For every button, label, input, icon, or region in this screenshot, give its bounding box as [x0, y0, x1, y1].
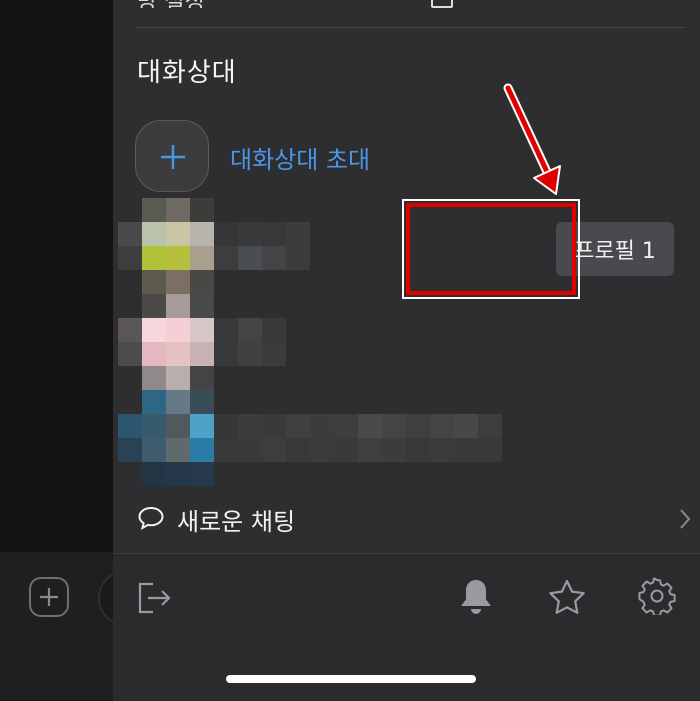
- star-icon[interactable]: [547, 578, 587, 616]
- divider: [137, 27, 685, 28]
- bell-icon[interactable]: [457, 576, 495, 616]
- room-icon[interactable]: [431, 0, 453, 8]
- chat-bubble-icon: [138, 506, 164, 531]
- room-settings-label[interactable]: 방 설정: [137, 0, 227, 8]
- new-chat-label[interactable]: 새로운 채팅: [177, 502, 295, 537]
- members-section-title: 대화상대: [137, 58, 237, 88]
- chat-room-drawer: 방 설정 대화상대 대화상대 초대: [113, 0, 700, 701]
- invite-plus-icon[interactable]: [135, 120, 209, 192]
- annotation-arrow-icon: [503, 83, 561, 195]
- attach-plus-icon[interactable]: [29, 577, 69, 617]
- home-indicator[interactable]: [226, 675, 476, 683]
- gear-icon[interactable]: [638, 577, 676, 615]
- background-input-bar: [0, 552, 113, 700]
- annotation-highlight-box: [406, 203, 576, 295]
- invite-member-label[interactable]: 대화상대 초대: [230, 140, 370, 175]
- chevron-right-icon: [680, 509, 691, 529]
- new-chat-row[interactable]: 새로운 채팅: [137, 500, 691, 540]
- invite-member-row[interactable]: 대화상대 초대: [135, 120, 535, 192]
- exit-icon[interactable]: [136, 580, 172, 616]
